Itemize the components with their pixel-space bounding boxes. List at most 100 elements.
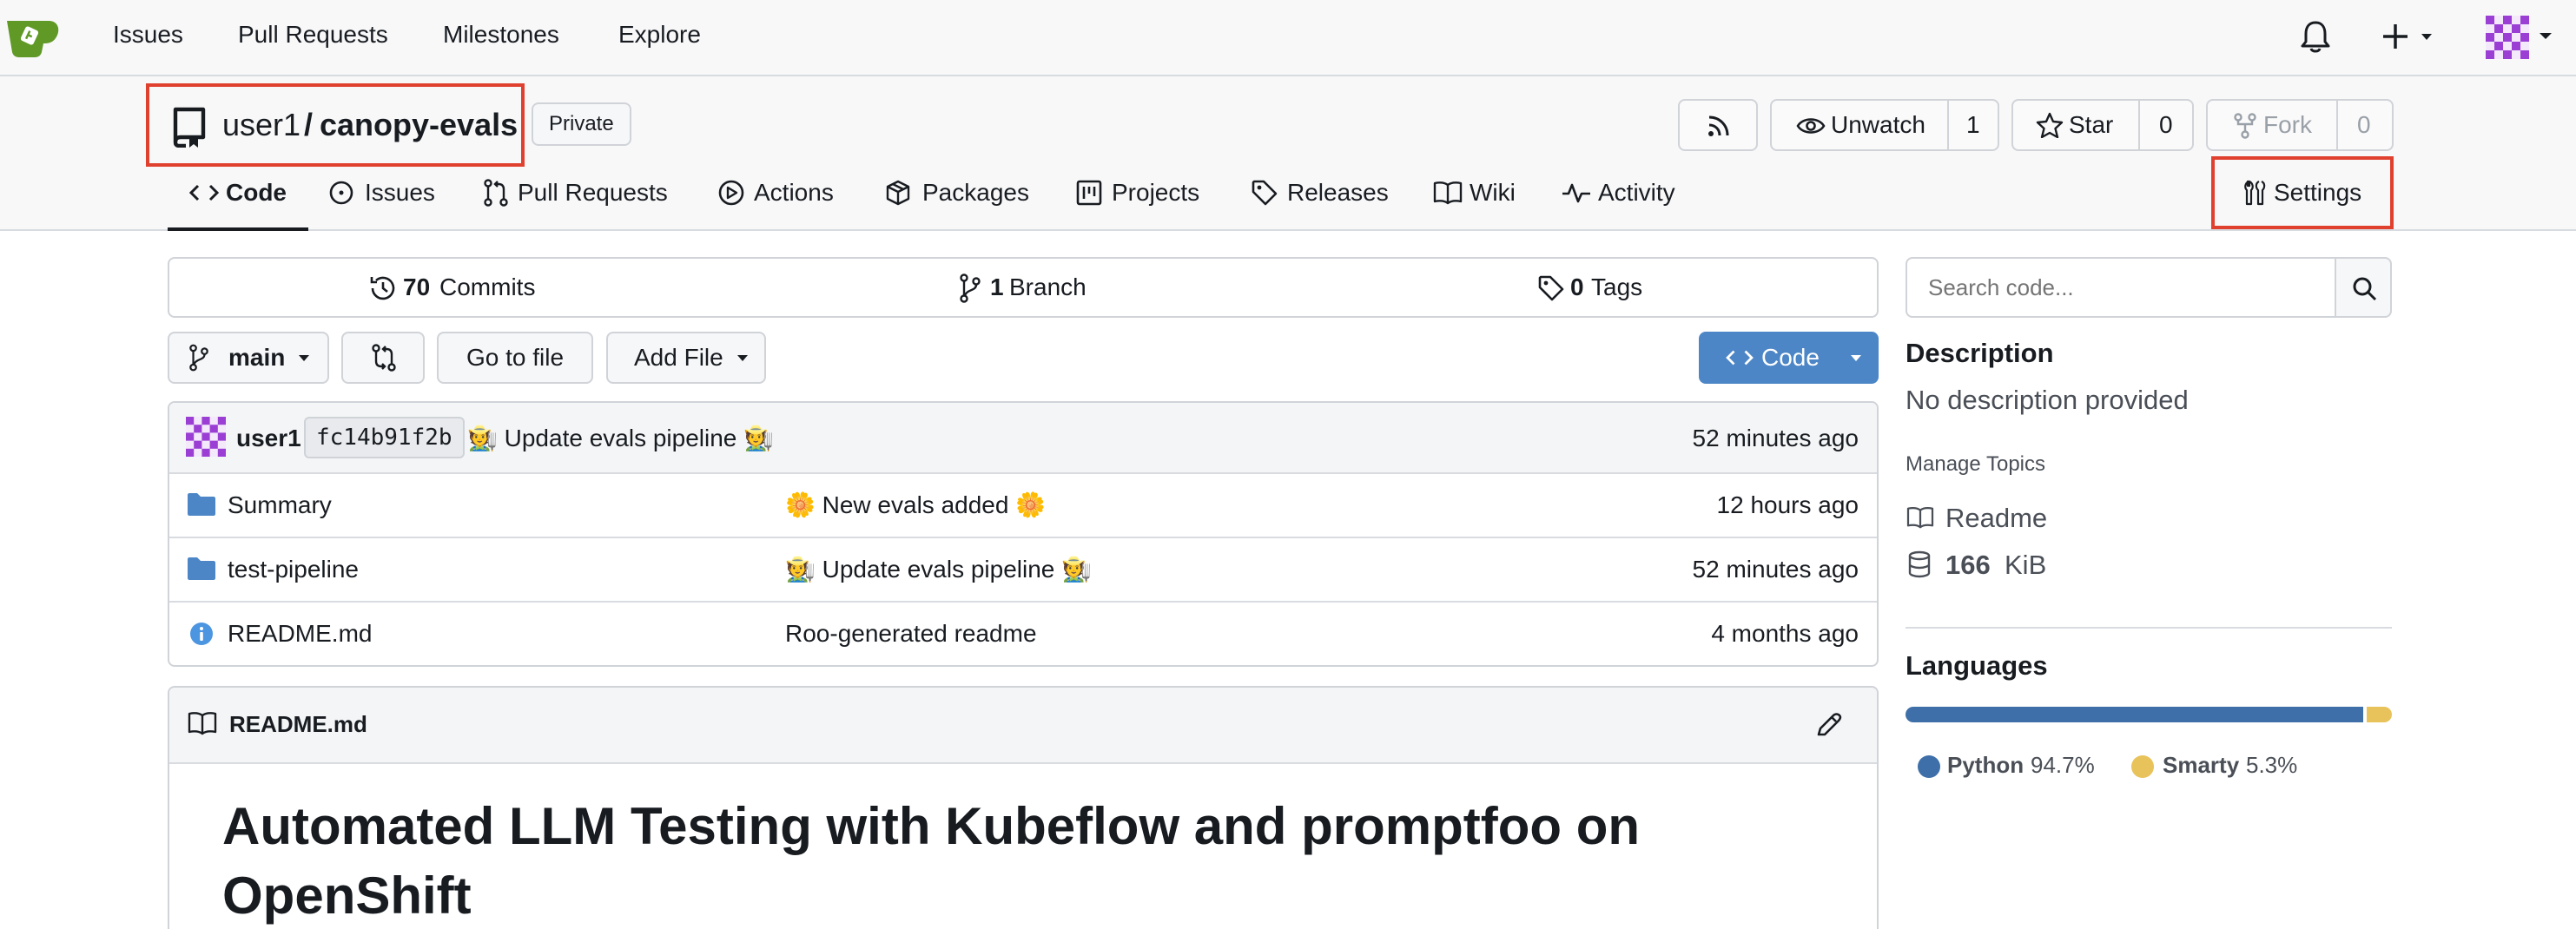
language-color-dot — [2131, 755, 2154, 778]
commits-label: Commits — [439, 273, 536, 300]
tab-code[interactable]: Code — [189, 174, 294, 212]
file-commit-message[interactable]: Roo-generated readme — [785, 616, 1037, 651]
branches-label: Branch — [1009, 273, 1087, 300]
notification-bell-icon[interactable] — [2300, 19, 2331, 54]
tab-activity-label: Activity — [1598, 179, 1675, 206]
chevron-down-icon — [1851, 355, 1861, 361]
commit-sha-badge[interactable]: fc14b91f2b — [304, 417, 465, 458]
avatar-dropdown-caret-icon[interactable] — [2538, 31, 2553, 42]
book-icon — [188, 712, 217, 735]
languages-title: Languages — [1906, 650, 2048, 681]
user-avatar[interactable] — [2486, 16, 2529, 59]
search-icon — [2353, 277, 2377, 301]
tab-pull-requests[interactable]: Pull Requests — [483, 174, 674, 212]
commit-author-avatar[interactable] — [186, 417, 226, 457]
star-button[interactable]: Star — [2069, 101, 2113, 149]
code-icon — [1726, 350, 1754, 366]
manage-topics-link[interactable]: Manage Topics — [1906, 450, 2045, 479]
tab-packages-label: Packages — [922, 179, 1029, 206]
settings-highlight — [2211, 156, 2394, 229]
description-title: Description — [1906, 338, 2054, 368]
readme-link[interactable]: Readme — [1945, 500, 2047, 537]
commit-time: 52 minutes ago — [1692, 425, 1859, 451]
nav-milestones[interactable]: Milestones — [443, 19, 559, 50]
code-search-button[interactable] — [2335, 257, 2392, 318]
tab-wiki[interactable]: Wiki — [1433, 174, 1529, 212]
folder-icon — [188, 493, 215, 516]
pulse-icon — [1562, 183, 1590, 203]
tab-pull-requests-label: Pull Requests — [518, 179, 668, 206]
compare-button[interactable] — [341, 332, 425, 384]
history-icon — [370, 276, 395, 300]
tab-actions[interactable]: Actions — [717, 174, 848, 212]
readme-filename[interactable]: README.md — [229, 707, 367, 741]
edit-pencil-icon[interactable] — [1815, 710, 1843, 738]
issue-icon — [329, 181, 353, 205]
tags-count: 0 — [1570, 273, 1584, 300]
private-badge: Private — [532, 102, 631, 146]
gitea-logo-icon[interactable] — [3, 12, 61, 61]
languages-bar — [1906, 707, 2392, 722]
book-icon — [1433, 181, 1463, 205]
tag-icon — [1538, 275, 1564, 301]
tab-releases-label: Releases — [1287, 179, 1389, 206]
repo-size-unit: KiB — [2005, 550, 2047, 580]
info-icon — [190, 623, 213, 645]
description-text: No description provided — [1906, 385, 2189, 415]
pull-request-icon — [484, 179, 508, 207]
tab-issues-label: Issues — [365, 179, 435, 206]
nav-issues[interactable]: Issues — [113, 19, 183, 50]
file-time: 12 hours ago — [1716, 491, 1859, 518]
readme-header — [169, 688, 1877, 764]
code-clone-label: Code — [1761, 344, 1820, 371]
compare-icon — [372, 344, 396, 372]
chevron-down-icon — [299, 355, 309, 361]
file-time: 52 minutes ago — [1692, 556, 1859, 583]
book-icon — [1906, 507, 1934, 529]
forks-count[interactable]: 0 — [2357, 101, 2371, 149]
language-bar-python — [1906, 707, 2363, 722]
file-time: 4 months ago — [1711, 620, 1859, 647]
tab-wiki-label: Wiki — [1470, 179, 1516, 206]
unwatch-button-group: Unwatch 1 — [1770, 99, 1999, 151]
commit-author[interactable]: user1 — [236, 421, 301, 456]
unwatch-button[interactable]: Unwatch — [1831, 101, 1925, 149]
file-name[interactable]: Summary — [228, 488, 332, 523]
tags-label: Tags — [1591, 273, 1643, 300]
database-icon — [1908, 550, 1931, 578]
tab-releases[interactable]: Releases — [1251, 174, 1390, 212]
nav-pull-requests[interactable]: Pull Requests — [238, 19, 388, 50]
create-new-plus-icon[interactable] — [2383, 21, 2439, 52]
active-tab-underline — [168, 227, 308, 231]
top-navbar: Issues Pull Requests Milestones Explore — [0, 0, 2576, 76]
file-name[interactable]: README.md — [228, 616, 372, 651]
stars-count[interactable]: 0 — [2159, 101, 2173, 149]
chevron-down-icon — [737, 355, 748, 361]
code-search-input[interactable] — [1906, 257, 2336, 318]
tab-issues[interactable]: Issues — [328, 174, 450, 212]
branch-icon — [189, 344, 208, 372]
watchers-count[interactable]: 1 — [1966, 101, 1980, 149]
language-percent: 5.3% — [2246, 752, 2298, 778]
branch-selector[interactable]: main — [168, 332, 329, 384]
tab-projects[interactable]: Projects — [1075, 174, 1205, 212]
tab-packages[interactable]: Packages — [884, 174, 1040, 212]
star-icon — [2036, 112, 2064, 138]
branch-icon — [960, 273, 981, 303]
file-name[interactable]: test-pipeline — [228, 552, 359, 587]
rss-icon — [1708, 115, 1729, 136]
fork-button-group: Fork 0 — [2206, 99, 2394, 151]
nav-explore[interactable]: Explore — [618, 19, 701, 50]
file-commit-message[interactable]: 🧑‍🌾 Update evals pipeline 🧑‍🌾 — [785, 552, 1092, 587]
go-to-file-button[interactable]: Go to file — [437, 332, 593, 384]
add-file-dropdown[interactable]: Add File — [606, 332, 766, 384]
code-clone-dropdown[interactable]: Code — [1699, 332, 1879, 384]
readme-heading-line-2: OpenShift — [222, 866, 472, 925]
tab-activity[interactable]: Activity — [1562, 174, 1692, 212]
eye-icon — [1796, 118, 1826, 134]
branches-count: 1 — [990, 273, 1004, 300]
commit-message[interactable]: 🧑‍🌾 Update evals pipeline 🧑‍🌾 — [467, 421, 774, 456]
rss-feed-button[interactable] — [1678, 99, 1758, 151]
fork-button[interactable]: Fork — [2263, 101, 2312, 149]
file-commit-message[interactable]: 🌼 New evals added 🌼 — [785, 488, 1046, 523]
